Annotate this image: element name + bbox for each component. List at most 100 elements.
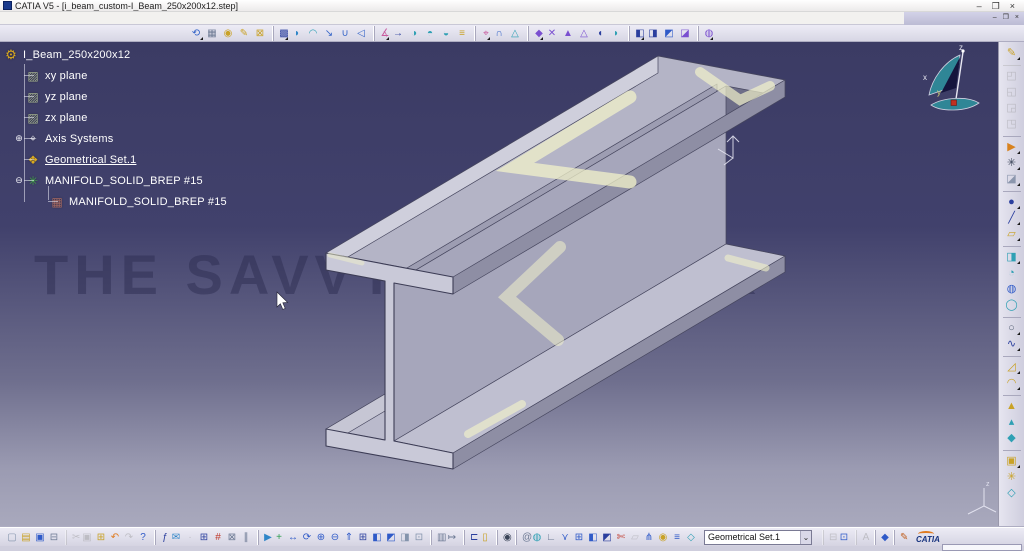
paste-icon[interactable]: ⊞	[94, 530, 108, 545]
view-compass[interactable]: x y z	[923, 43, 979, 110]
wedge-b-tool-icon[interactable]: △	[576, 26, 592, 41]
cube-a-tool-icon[interactable]: ◧	[629, 26, 645, 41]
axis-tool-icon[interactable]: ⌖	[475, 26, 491, 41]
fit-all-icon[interactable]: +	[272, 530, 286, 545]
plane-icon[interactable]: ▱	[1003, 226, 1021, 242]
cube-navy-icon[interactable]: ◩	[600, 530, 614, 545]
join-trim-icon[interactable]: ◇	[1003, 485, 1021, 501]
frame-icon[interactable]: ⊡	[837, 530, 851, 545]
render-style-icon[interactable]: ◩	[384, 530, 398, 545]
at-icon[interactable]: @	[516, 530, 530, 545]
brush-tool-icon[interactable]: ◆	[528, 26, 544, 41]
3d-viewport[interactable]: THE SAVVY ENGINEER	[0, 42, 998, 527]
cylinder-icon[interactable]: ◯	[1003, 297, 1021, 313]
arc-dome-tool-icon[interactable]: ◑	[406, 26, 422, 41]
tree-item-icon[interactable]: ⌖	[25, 131, 41, 146]
cube-b-tool-icon[interactable]: ◨	[645, 26, 661, 41]
full-screen-icon[interactable]: ⊡	[412, 530, 426, 545]
quick-print-icon[interactable]: ▥	[431, 530, 445, 545]
support-plane-icon[interactable]: ◪	[1003, 171, 1021, 187]
multi-section-icon[interactable]: ▴	[1003, 414, 1021, 430]
revolve-icon[interactable]: ◔	[1003, 265, 1021, 281]
menu-insert[interactable]	[70, 13, 84, 24]
tree-item-axis-systems[interactable]: ⊕ ⌖ Axis Systems	[3, 128, 227, 149]
power-copy-icon[interactable]: ▯	[478, 530, 492, 545]
knife-tool-icon[interactable]: ✕	[544, 26, 560, 41]
tree-item-icon[interactable]: ▦	[49, 195, 65, 209]
dome-tool-icon[interactable]: ◠	[305, 26, 321, 41]
merge-tool-icon[interactable]: ◍	[698, 26, 714, 41]
sweep-icon[interactable]: ◠	[1003, 375, 1021, 391]
new-document-icon[interactable]: ▢	[5, 530, 19, 545]
ruler-icon[interactable]: ↦	[445, 530, 459, 545]
cube-blue-icon[interactable]: ◧	[586, 530, 600, 545]
normal-view-icon[interactable]: ⇑	[342, 530, 356, 545]
tree-item-zx-plane[interactable]: ▨ zx plane	[3, 107, 227, 128]
menu-start[interactable]	[0, 13, 14, 24]
maximize-button[interactable]: ❐	[992, 1, 1000, 11]
save-icon[interactable]: ▣	[33, 530, 47, 545]
view-d-icon[interactable]: ◳	[1003, 116, 1021, 132]
graph-icon[interactable]: #	[211, 530, 225, 545]
cut-icon[interactable]: ✂	[66, 530, 80, 545]
columns-icon[interactable]: ∥	[239, 530, 253, 545]
chevron-down-icon[interactable]: ⌄	[800, 531, 811, 544]
cube-d-tool-icon[interactable]: ◪	[677, 26, 693, 41]
tree-expander[interactable]: ⊖	[14, 175, 24, 186]
stack-icon[interactable]: ≡	[670, 530, 684, 545]
tree-root-ibeam[interactable]: ⚙ I_Beam_250x200x12	[3, 44, 227, 65]
half-disc-tool-icon[interactable]: ◗	[289, 26, 305, 41]
tree-item-geometrical-set[interactable]: ❖ Geometrical Set.1	[3, 149, 227, 170]
plug-icon[interactable]: ⊏	[464, 530, 478, 545]
lock-icon[interactable]: ⊠	[225, 530, 239, 545]
rotate-icon[interactable]: ⟳	[300, 530, 314, 545]
open-icon[interactable]: ▤	[19, 530, 33, 545]
cube-c-tool-icon[interactable]: ◩	[661, 26, 677, 41]
tree-item-icon[interactable]: ▨	[25, 111, 41, 125]
tree-item-manifold-brep[interactable]: ⊖ ✳ MANIFOLD_SOLID_BREP #15	[3, 170, 227, 191]
menu-tools[interactable]	[84, 13, 98, 24]
knife-icon[interactable]: ✄	[614, 530, 628, 545]
grid-blue-icon[interactable]: ⊞	[572, 530, 586, 545]
tree-item-manifold-brep-child[interactable]: ▦ MANIFOLD_SOLID_BREP #15	[3, 191, 227, 212]
material-icon[interactable]: ◆	[875, 530, 889, 545]
close-button[interactable]: ×	[1010, 1, 1015, 11]
tree-expand-icon[interactable]: ⋔	[642, 530, 656, 545]
fly-icon[interactable]: ▶	[258, 530, 272, 545]
style-tool-icon[interactable]: ✎	[236, 26, 252, 41]
grid-tool-icon[interactable]: ▦	[204, 26, 220, 41]
hide-show-icon[interactable]: ◨	[398, 530, 412, 545]
doc-minimize-button[interactable]: –	[993, 14, 997, 22]
diamond-icon[interactable]: ◇	[684, 530, 698, 545]
compass-center-handle[interactable]	[951, 100, 957, 106]
tree-item-icon[interactable]: ⚙	[3, 47, 19, 63]
layers-tool-icon[interactable]: ≡	[454, 26, 470, 41]
knowledge-fx-icon[interactable]: ƒ	[155, 530, 169, 545]
mosaic-tool-icon[interactable]: ▩	[273, 26, 289, 41]
menu-window[interactable]	[98, 13, 112, 24]
menu-view[interactable]	[56, 13, 70, 24]
tree-filter-icon[interactable]: ⋎	[558, 530, 572, 545]
fill-icon[interactable]: ▲	[1003, 395, 1021, 414]
dome-c-tool-icon[interactable]: ◒	[438, 26, 454, 41]
spline-icon[interactable]: ∿	[1003, 336, 1021, 352]
loft-tool-icon[interactable]: ◖	[592, 26, 608, 41]
extract-icon[interactable]: ✳	[1003, 469, 1021, 485]
tree-item-icon[interactable]: ▨	[25, 69, 41, 83]
sphere-icon[interactable]: ◍	[1003, 281, 1021, 297]
zoom-in-icon[interactable]: ⊕	[314, 530, 328, 545]
chat-icon[interactable]: ✉	[169, 530, 183, 545]
u-curve-tool-icon[interactable]: ∪	[337, 26, 353, 41]
redo-icon[interactable]: ↷	[122, 530, 136, 545]
view-a-icon[interactable]: ◰	[1003, 65, 1021, 84]
sketcher-icon[interactable]: ✎	[1003, 45, 1021, 61]
line-icon[interactable]: ╱	[1003, 210, 1021, 226]
spell-check-icon[interactable]: A	[856, 530, 870, 545]
doc-restore-button[interactable]: ❐	[1003, 14, 1009, 22]
tree-item-icon[interactable]: ▨	[25, 90, 41, 104]
zoom-out-icon[interactable]: ⊖	[328, 530, 342, 545]
globe-tool-icon[interactable]: ◉	[220, 26, 236, 41]
blend-icon[interactable]: ◆	[1003, 430, 1021, 446]
extrude-icon[interactable]: ◨	[1003, 246, 1021, 265]
tree-item-yz-plane[interactable]: ▨ yz plane	[3, 86, 227, 107]
